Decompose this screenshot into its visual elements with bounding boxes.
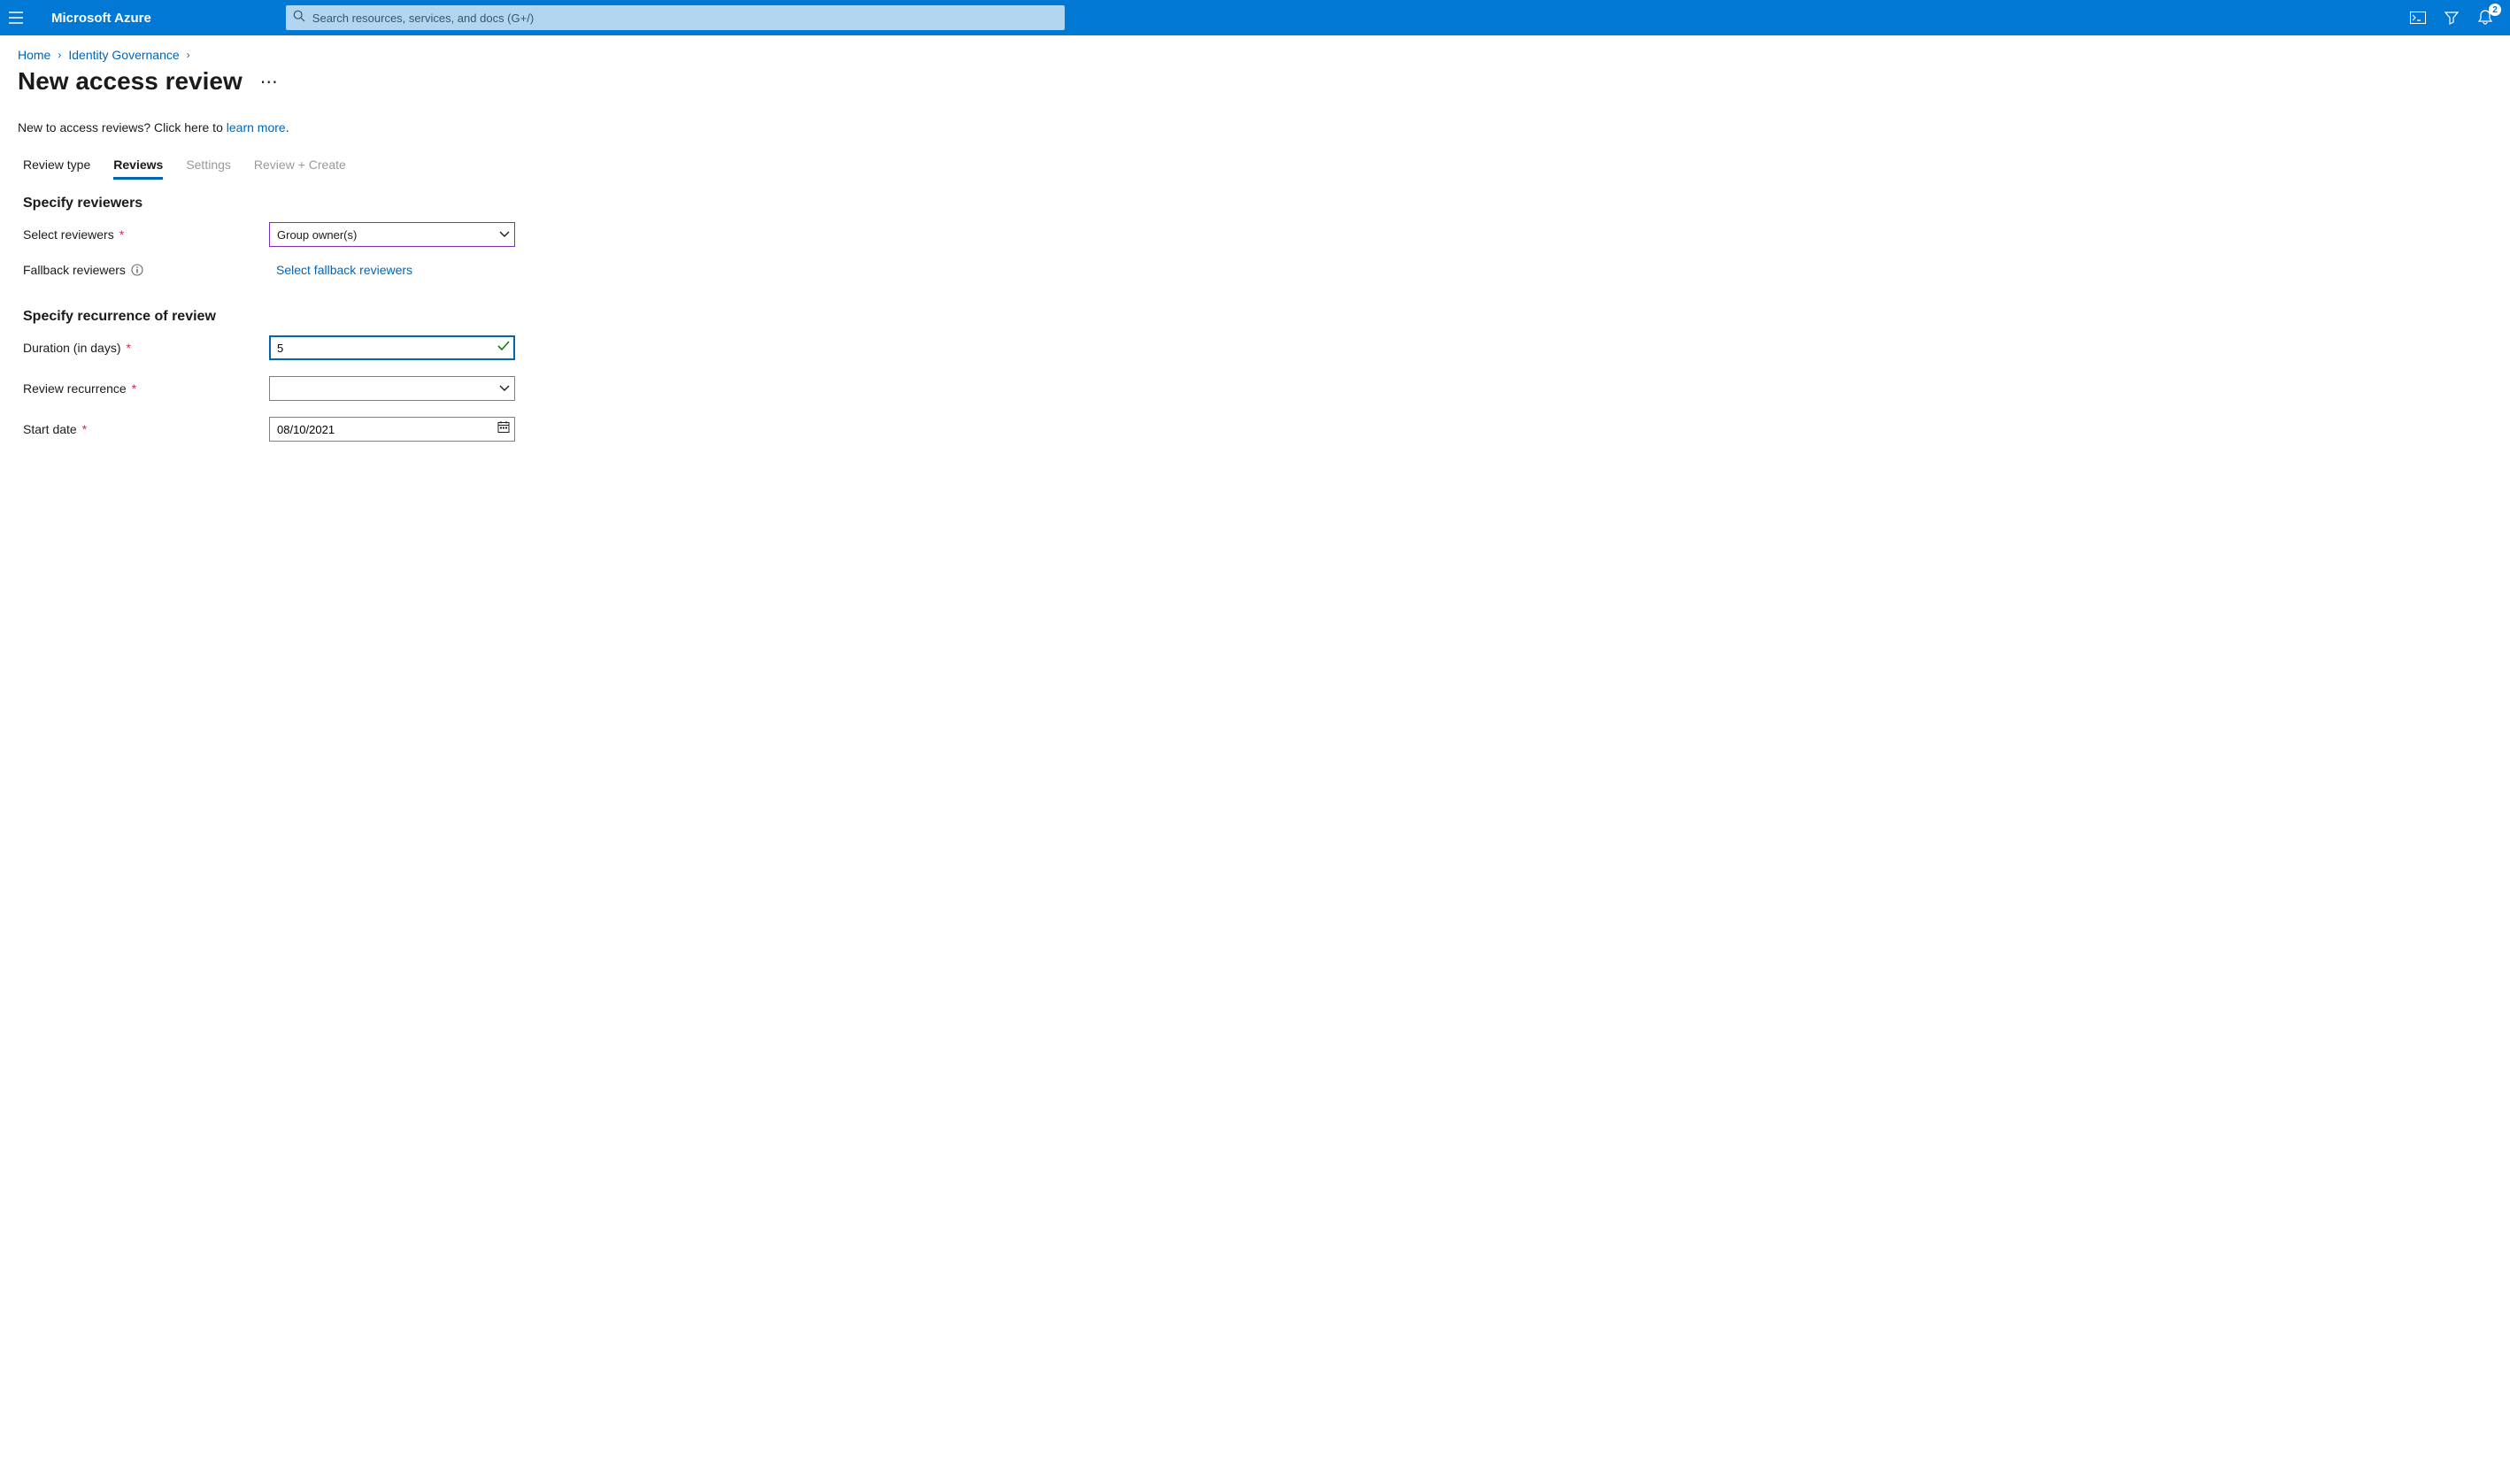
checkmark-icon: [497, 340, 510, 356]
search-input[interactable]: [312, 12, 1058, 25]
cloud-shell-icon[interactable]: [2409, 9, 2427, 27]
start-date-label: Start date: [23, 422, 77, 436]
row-select-reviewers: Select reviewers * Group owner(s): [23, 222, 2487, 247]
header-icon-group: 2: [2400, 9, 2503, 27]
fallback-reviewers-label: Fallback reviewers: [23, 263, 126, 277]
specify-reviewers-heading: Specify reviewers: [23, 196, 2487, 211]
page-title-row: New access review ⋯: [0, 62, 2510, 103]
hamburger-menu-icon[interactable]: [7, 9, 25, 27]
tab-review-type[interactable]: Review type: [23, 158, 90, 180]
recurrence-label: Review recurrence: [23, 381, 127, 396]
tab-reviews[interactable]: Reviews: [113, 158, 163, 180]
duration-input[interactable]: [277, 337, 489, 358]
row-fallback-reviewers: Fallback reviewers Select fallback revie…: [23, 263, 2487, 277]
start-date-input[interactable]: [277, 418, 489, 441]
required-asterisk: *: [127, 341, 131, 355]
azure-header: Microsoft Azure 2: [0, 0, 2510, 35]
required-asterisk: *: [132, 381, 136, 396]
row-start-date: Start date *: [23, 417, 2487, 442]
duration-label: Duration (in days): [23, 341, 121, 355]
breadcrumb: Home › Identity Governance ›: [0, 35, 2510, 62]
duration-input-wrap[interactable]: [269, 335, 515, 360]
select-fallback-reviewers-link[interactable]: Select fallback reviewers: [276, 263, 412, 277]
global-search[interactable]: [286, 5, 1065, 30]
wizard-tabs: Review type Reviews Settings Review + Cr…: [0, 135, 2510, 180]
chevron-right-icon: ›: [187, 49, 190, 61]
intro-suffix: .: [286, 120, 289, 135]
row-duration: Duration (in days) *: [23, 335, 2487, 360]
required-asterisk: *: [82, 422, 87, 436]
select-reviewers-value: Group owner(s): [277, 228, 357, 242]
start-date-input-wrap[interactable]: [269, 417, 515, 442]
learn-more-link[interactable]: learn more: [227, 120, 286, 135]
intro-text: New to access reviews? Click here to lea…: [0, 103, 2510, 135]
more-actions-icon[interactable]: ⋯: [260, 71, 279, 93]
select-reviewers-label: Select reviewers: [23, 227, 114, 242]
notification-badge: 2: [2489, 4, 2501, 16]
chevron-right-icon: ›: [58, 49, 61, 61]
breadcrumb-identity-governance[interactable]: Identity Governance: [68, 48, 179, 62]
row-recurrence: Review recurrence *: [23, 376, 2487, 401]
calendar-icon: [497, 421, 510, 438]
notifications-icon[interactable]: 2: [2476, 9, 2494, 27]
tab-review-create: Review + Create: [254, 158, 346, 180]
section-specify-reviewers: Specify reviewers Select reviewers * Gro…: [0, 180, 2510, 277]
search-icon: [293, 10, 305, 27]
intro-prefix: New to access reviews? Click here to: [18, 120, 227, 135]
brand-label: Microsoft Azure: [51, 11, 151, 26]
recurrence-dropdown[interactable]: [269, 376, 515, 401]
select-reviewers-dropdown[interactable]: Group owner(s): [269, 222, 515, 247]
recurrence-heading: Specify recurrence of review: [23, 309, 2487, 325]
breadcrumb-home[interactable]: Home: [18, 48, 50, 62]
required-asterisk: *: [119, 227, 124, 242]
page-title: New access review: [18, 67, 243, 96]
info-icon[interactable]: [131, 264, 143, 276]
filter-icon[interactable]: [2443, 9, 2460, 27]
section-recurrence: Specify recurrence of review Duration (i…: [0, 293, 2510, 442]
tab-settings: Settings: [186, 158, 231, 180]
